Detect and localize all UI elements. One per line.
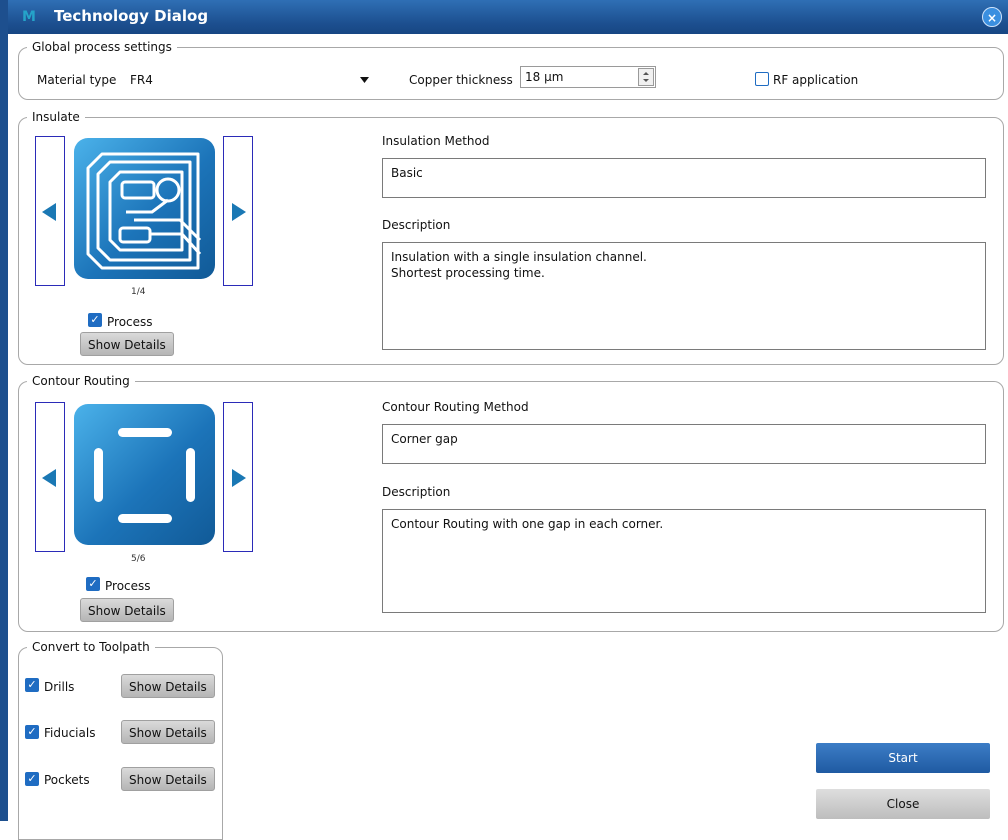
start-button[interactable]: Start	[816, 743, 990, 773]
insulate-process-checkbox[interactable]: ✓	[88, 313, 102, 327]
drills-show-details-button[interactable]: Show Details	[121, 674, 215, 698]
drills-label: Drills	[44, 680, 75, 694]
insulation-method-field[interactable]: Basic	[382, 158, 986, 198]
contour-description-line-1: Contour Routing with one gap in each cor…	[391, 517, 664, 531]
pockets-show-details-button[interactable]: Show Details	[121, 767, 215, 791]
insulation-method-preview	[72, 136, 217, 281]
insulation-method-value: Basic	[391, 166, 423, 180]
material-type-value: FR4	[130, 73, 153, 87]
triangle-left-icon	[42, 203, 56, 221]
close-window-button[interactable]: ×	[982, 7, 1002, 27]
insulate-description-line-1: Insulation with a single insulation chan…	[391, 250, 647, 264]
contour-routing-preview	[72, 402, 217, 547]
material-type-dropdown[interactable]: FR4	[126, 67, 376, 91]
contour-description-field[interactable]: Contour Routing with one gap in each cor…	[382, 509, 986, 613]
chevron-down-icon	[360, 77, 369, 83]
contour-method-field[interactable]: Corner gap	[382, 424, 986, 464]
pockets-checkbox[interactable]: ✓	[25, 772, 39, 786]
copper-thickness-stepper[interactable]: 18 µm	[520, 66, 656, 88]
title-bar[interactable]: M Technology Dialog ×	[8, 0, 1008, 34]
insulate-page-indicator: 1/4	[131, 287, 146, 297]
material-type-label: Material type	[37, 73, 117, 87]
contour-description-label: Description	[382, 485, 451, 499]
contour-routing-legend: Contour Routing	[32, 374, 130, 388]
close-button[interactable]: Close	[816, 789, 990, 819]
insulation-method-label: Insulation Method	[382, 134, 490, 148]
window-left-edge	[0, 0, 8, 821]
convert-toolpath-legend: Convert to Toolpath	[32, 640, 150, 654]
fiducials-show-details-button[interactable]: Show Details	[121, 720, 215, 744]
contour-next-button[interactable]	[223, 402, 253, 552]
insulate-prev-button[interactable]	[35, 136, 65, 286]
insulate-next-button[interactable]	[223, 136, 253, 286]
triangle-right-icon	[232, 203, 246, 221]
spinner-arrows-icon[interactable]	[638, 68, 654, 86]
insulate-legend: Insulate	[32, 110, 80, 124]
contour-method-value: Corner gap	[391, 432, 458, 446]
pockets-label: Pockets	[44, 773, 90, 787]
copper-thickness-label: Copper thickness	[409, 73, 513, 87]
insulate-description-label: Description	[382, 218, 451, 232]
window-title: Technology Dialog	[54, 7, 209, 25]
drills-checkbox[interactable]: ✓	[25, 678, 39, 692]
fiducials-label: Fiducials	[44, 726, 96, 740]
copper-thickness-value: 18 µm	[525, 70, 564, 84]
contour-show-details-button[interactable]: Show Details	[80, 598, 174, 622]
triangle-right-icon	[232, 469, 246, 487]
insulate-description-line-2: Shortest processing time.	[391, 266, 545, 280]
app-logo-icon: M	[22, 9, 36, 25]
contour-process-checkbox[interactable]: ✓	[86, 577, 100, 591]
insulate-process-label: Process	[107, 315, 153, 329]
fiducials-checkbox[interactable]: ✓	[25, 725, 39, 739]
contour-process-label: Process	[105, 579, 151, 593]
triangle-left-icon	[42, 469, 56, 487]
insulate-show-details-button[interactable]: Show Details	[80, 332, 174, 356]
contour-method-label: Contour Routing Method	[382, 400, 529, 414]
rf-application-label: RF application	[773, 73, 859, 87]
contour-prev-button[interactable]	[35, 402, 65, 552]
contour-page-indicator: 5/6	[131, 554, 146, 564]
rf-application-checkbox[interactable]	[755, 72, 769, 86]
insulate-description-field[interactable]: Insulation with a single insulation chan…	[382, 242, 986, 350]
global-settings-legend: Global process settings	[32, 40, 172, 54]
